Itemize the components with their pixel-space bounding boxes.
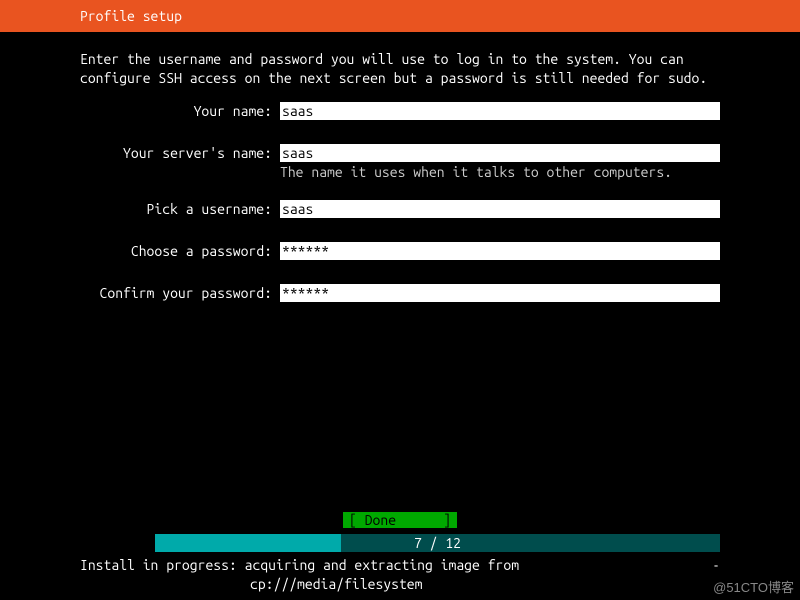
main-content: Enter the username and password you will… [0,32,800,302]
page-title: Profile setup [80,8,182,24]
row-password: Choose a password: [80,242,720,260]
label-server-name: Your server's name: [80,144,280,161]
input-your-name[interactable] [280,102,720,120]
row-your-name: Your name: [80,102,720,120]
watermark: @51CTO博客 [713,577,794,596]
intro-text: Enter the username and password you will… [80,50,720,88]
bottom-area: [ Done ] 7 / 12 Install in progress: acq… [0,512,800,600]
input-confirm-password[interactable] [280,284,720,302]
progress-bar: 7 / 12 [155,534,720,552]
label-your-name: Your name: [80,102,280,119]
label-username: Pick a username: [80,200,280,217]
input-username[interactable] [280,200,720,218]
row-confirm-password: Confirm your password: [80,284,720,302]
status-line1: Install in progress: acquiring and extra… [80,556,720,575]
label-password: Choose a password: [80,242,280,259]
done-button[interactable]: [ Done ] [343,512,457,528]
progress-text: 7 / 12 [155,534,720,552]
status-row: Install in progress: acquiring and extra… [0,554,800,600]
spinner-icon: - [712,556,720,575]
status-line2: cp:///media/filesystem [80,575,720,594]
row-username: Pick a username: [80,200,720,218]
hint-server-name: The name it uses when it talks to other … [280,164,720,180]
label-confirm-password: Confirm your password: [80,284,280,301]
row-server-name: Your server's name: The name it uses whe… [80,144,720,180]
input-server-name[interactable] [280,144,720,162]
input-password[interactable] [280,242,720,260]
header-bar: Profile setup [0,0,800,32]
